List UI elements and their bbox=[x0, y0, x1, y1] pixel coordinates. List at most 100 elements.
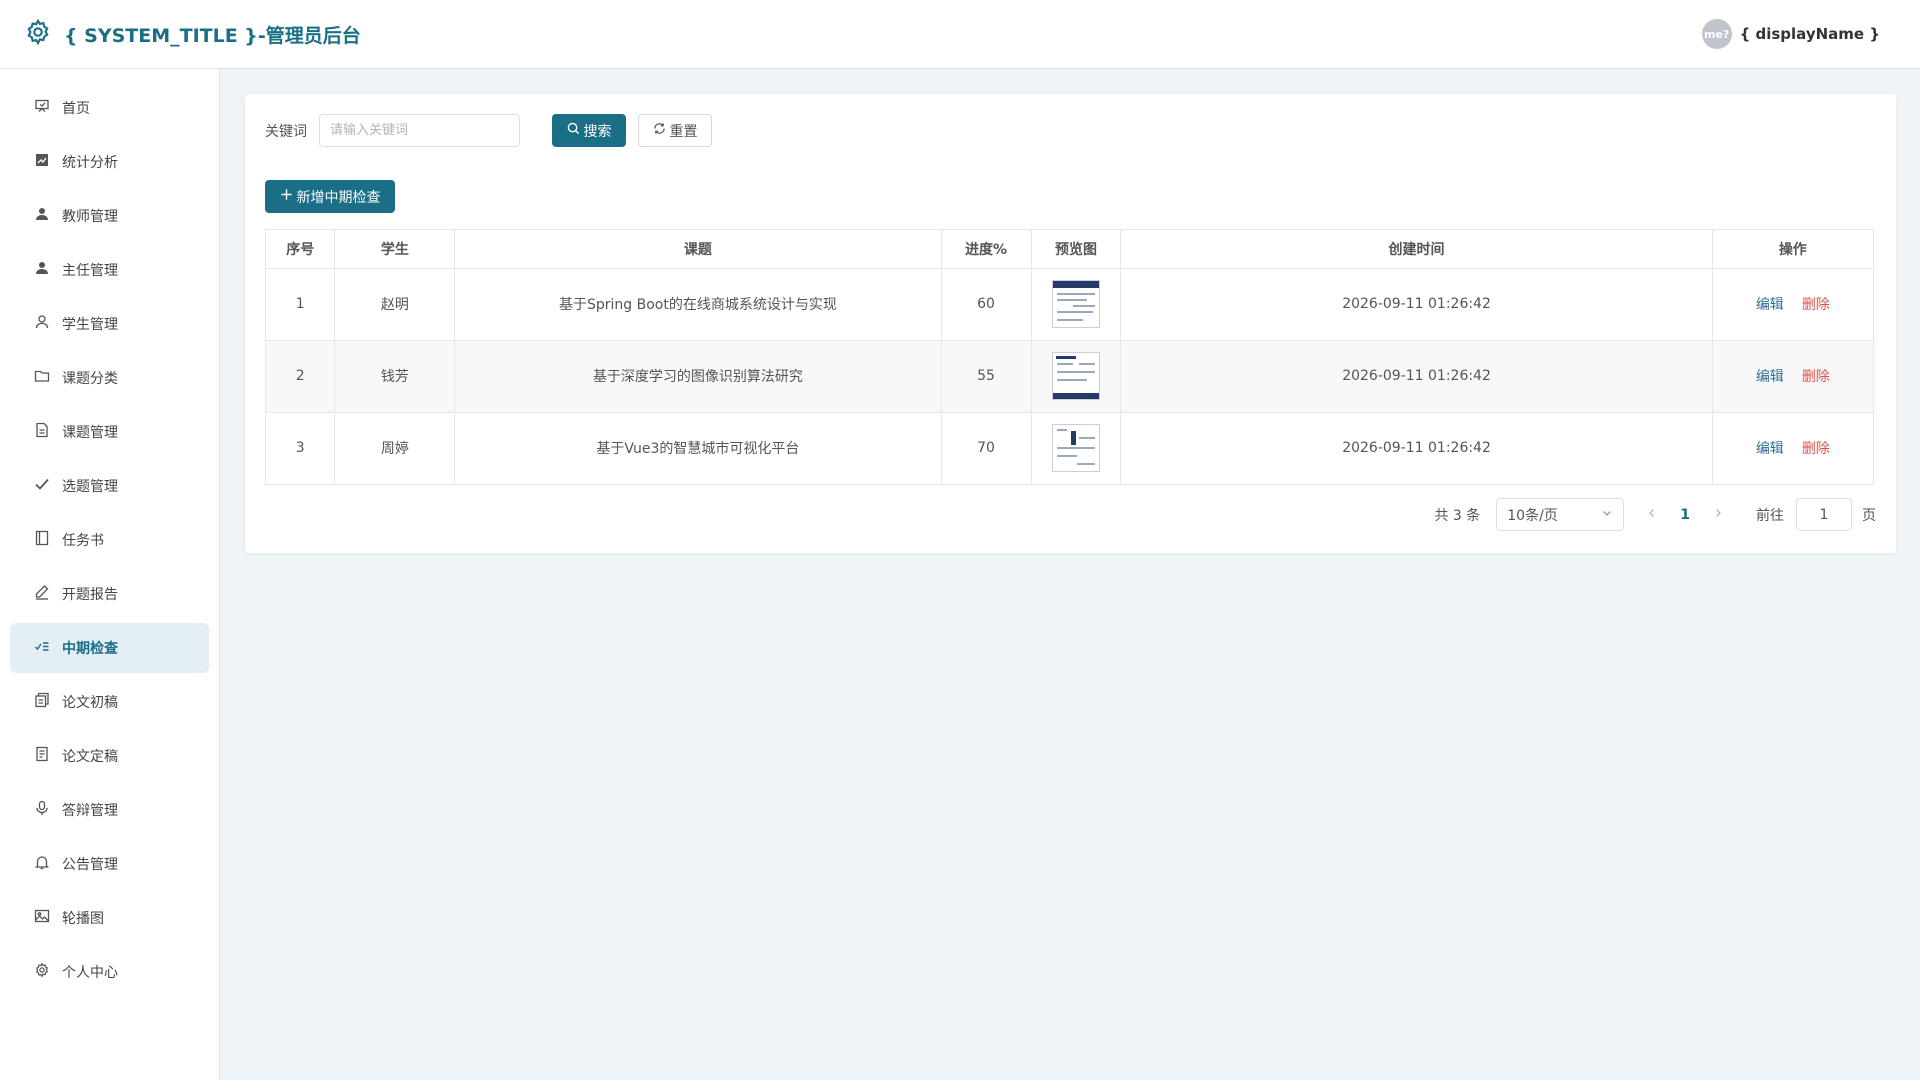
sidebar-item-statistics[interactable]: 统计分析 bbox=[10, 137, 209, 187]
home-icon bbox=[34, 98, 50, 118]
cell-progress: 70 bbox=[941, 412, 1032, 484]
avatar[interactable]: me? bbox=[1701, 19, 1732, 49]
cell-topic: 基于深度学习的图像识别算法研究 bbox=[454, 340, 942, 413]
refresh-icon bbox=[653, 122, 666, 139]
top-bar: { SYSTEM_TITLE }-管理员后台 me? { displayName… bbox=[0, 0, 1920, 69]
cell-actions: 编辑 删除 bbox=[1712, 340, 1873, 413]
goto-page-input[interactable] bbox=[1796, 498, 1852, 531]
sidebar-item-label: 选题管理 bbox=[62, 479, 118, 495]
sidebar-item-label: 首页 bbox=[62, 101, 90, 117]
edit-button[interactable]: 编辑 bbox=[1756, 294, 1784, 314]
next-page-button[interactable] bbox=[1708, 507, 1728, 523]
sidebar-item-label: 主任管理 bbox=[62, 263, 118, 279]
table-header-row: 序号 学生 课题 进度% 预览图 创建时间 操作 bbox=[266, 230, 1873, 269]
page-suffix: 页 bbox=[1862, 507, 1876, 524]
sidebar-item-label: 开题报告 bbox=[62, 587, 118, 603]
page-number-current[interactable]: 1 bbox=[1680, 507, 1690, 523]
cell-student: 周婷 bbox=[334, 412, 456, 484]
table-row: 1 赵明 基于Spring Boot的在线商城系统设计与实现 60 2026-0… bbox=[266, 268, 1873, 341]
sidebar-item-label: 课题管理 bbox=[62, 425, 118, 441]
cell-preview bbox=[1031, 340, 1122, 413]
goto-label: 前往 bbox=[1756, 507, 1784, 524]
sidebar-item-directors[interactable]: 主任管理 bbox=[10, 245, 209, 295]
user-name[interactable]: { displayName } bbox=[1740, 25, 1880, 43]
cell-index: 1 bbox=[266, 268, 336, 341]
page-size-value: 10条/页 bbox=[1507, 507, 1558, 524]
delete-button[interactable]: 删除 bbox=[1802, 438, 1830, 458]
preview-thumbnail[interactable] bbox=[1051, 280, 1100, 328]
data-table: 序号 学生 课题 进度% 预览图 创建时间 操作 1 赵明 基于Spring B… bbox=[265, 229, 1874, 485]
sidebar-item-students[interactable]: 学生管理 bbox=[10, 299, 209, 349]
sidebar-item-home[interactable]: 首页 bbox=[10, 83, 209, 133]
user-outline-icon bbox=[34, 314, 50, 334]
sidebar-item-label: 答辩管理 bbox=[62, 803, 118, 819]
sidebar-item-topic-selection[interactable]: 选题管理 bbox=[10, 461, 209, 511]
folder-icon bbox=[34, 368, 50, 388]
edit-button[interactable]: 编辑 bbox=[1756, 438, 1784, 458]
cell-topic: 基于Spring Boot的在线商城系统设计与实现 bbox=[454, 268, 942, 341]
column-header: 进度% bbox=[941, 230, 1032, 269]
cell-progress: 60 bbox=[941, 268, 1032, 341]
search-icon bbox=[567, 122, 580, 139]
edit-button[interactable]: 编辑 bbox=[1756, 366, 1784, 386]
cell-created-time: 2026-09-11 01:26:42 bbox=[1120, 340, 1713, 413]
preview-thumbnail[interactable] bbox=[1051, 352, 1100, 400]
keyword-input[interactable] bbox=[319, 114, 520, 147]
column-header: 序号 bbox=[266, 230, 336, 269]
document-icon bbox=[34, 746, 50, 766]
sidebar-item-draft-thesis[interactable]: 论文初稿 bbox=[10, 677, 209, 727]
sidebar-item-label: 论文初稿 bbox=[62, 695, 118, 711]
sidebar-item-label: 论文定稿 bbox=[62, 749, 118, 765]
user-icon bbox=[34, 206, 50, 226]
sidebar-item-teachers[interactable]: 教师管理 bbox=[10, 191, 209, 241]
column-header: 创建时间 bbox=[1120, 230, 1713, 269]
column-header: 学生 bbox=[334, 230, 456, 269]
sidebar-item-announcements[interactable]: 公告管理 bbox=[10, 839, 209, 889]
cell-index: 2 bbox=[266, 340, 336, 413]
sidebar-item-profile[interactable]: 个人中心 bbox=[10, 947, 209, 997]
sidebar-item-label: 统计分析 bbox=[62, 155, 118, 171]
app-title: { SYSTEM_TITLE }-管理员后台 bbox=[64, 24, 361, 47]
gear-icon bbox=[34, 962, 50, 982]
sidebar-item-label: 学生管理 bbox=[62, 317, 118, 333]
reset-button[interactable]: 重置 bbox=[638, 114, 712, 147]
cell-actions: 编辑 删除 bbox=[1712, 412, 1873, 484]
bell-icon bbox=[34, 854, 50, 874]
cell-topic: 基于Vue3的智慧城市可视化平台 bbox=[454, 412, 942, 484]
sidebar-item-final-thesis[interactable]: 论文定稿 bbox=[10, 731, 209, 781]
sidebar-item-task-book[interactable]: 任务书 bbox=[10, 515, 209, 565]
delete-button[interactable]: 删除 bbox=[1802, 366, 1830, 386]
sidebar-item-midterm-check[interactable]: 中期检查 bbox=[10, 623, 209, 673]
checklist-icon bbox=[34, 638, 50, 658]
gear-icon bbox=[24, 18, 52, 50]
add-button-label: 新增中期检查 bbox=[296, 189, 381, 206]
sidebar-item-label: 公告管理 bbox=[62, 857, 118, 873]
search-button[interactable]: 搜索 bbox=[552, 114, 626, 147]
sidebar-item-topics[interactable]: 课题管理 bbox=[10, 407, 209, 457]
sidebar-item-proposal[interactable]: 开题报告 bbox=[10, 569, 209, 619]
add-midterm-check-button[interactable]: 新增中期检查 bbox=[265, 180, 395, 213]
cell-created-time: 2026-09-11 01:26:42 bbox=[1120, 268, 1713, 341]
sidebar: 首页 统计分析 教师管理 主任管理 学生管理 课题分类 课题管理 选题管理 任务… bbox=[0, 69, 220, 1080]
sidebar-item-topic-categories[interactable]: 课题分类 bbox=[10, 353, 209, 403]
chevron-right-icon bbox=[1712, 507, 1724, 523]
delete-button[interactable]: 删除 bbox=[1802, 294, 1830, 314]
preview-thumbnail[interactable] bbox=[1051, 424, 1100, 473]
total-count: 共 3 条 bbox=[1434, 507, 1481, 524]
page-size-select[interactable]: 10条/页 bbox=[1496, 498, 1625, 531]
chevron-left-icon bbox=[1646, 507, 1658, 523]
table-row: 3 周婷 基于Vue3的智慧城市可视化平台 70 2026-09-11 01:2… bbox=[266, 412, 1873, 484]
prev-page-button[interactable] bbox=[1642, 507, 1662, 523]
book-icon bbox=[34, 530, 50, 550]
chart-icon bbox=[34, 152, 50, 172]
sidebar-item-carousel[interactable]: 轮播图 bbox=[10, 893, 209, 943]
chevron-down-icon bbox=[1601, 507, 1613, 523]
cell-preview bbox=[1031, 268, 1122, 341]
user-menu[interactable]: me? { displayName } bbox=[1701, 19, 1880, 49]
sidebar-item-label: 中期检查 bbox=[62, 641, 118, 657]
keyword-label: 关键词 bbox=[265, 123, 307, 140]
main-panel: 关键词 搜索 重置 新增中期检查 序号 学生 课题 进度% bbox=[245, 94, 1896, 553]
column-header: 课题 bbox=[454, 230, 942, 269]
sidebar-item-label: 课题分类 bbox=[62, 371, 118, 387]
sidebar-item-defense[interactable]: 答辩管理 bbox=[10, 785, 209, 835]
